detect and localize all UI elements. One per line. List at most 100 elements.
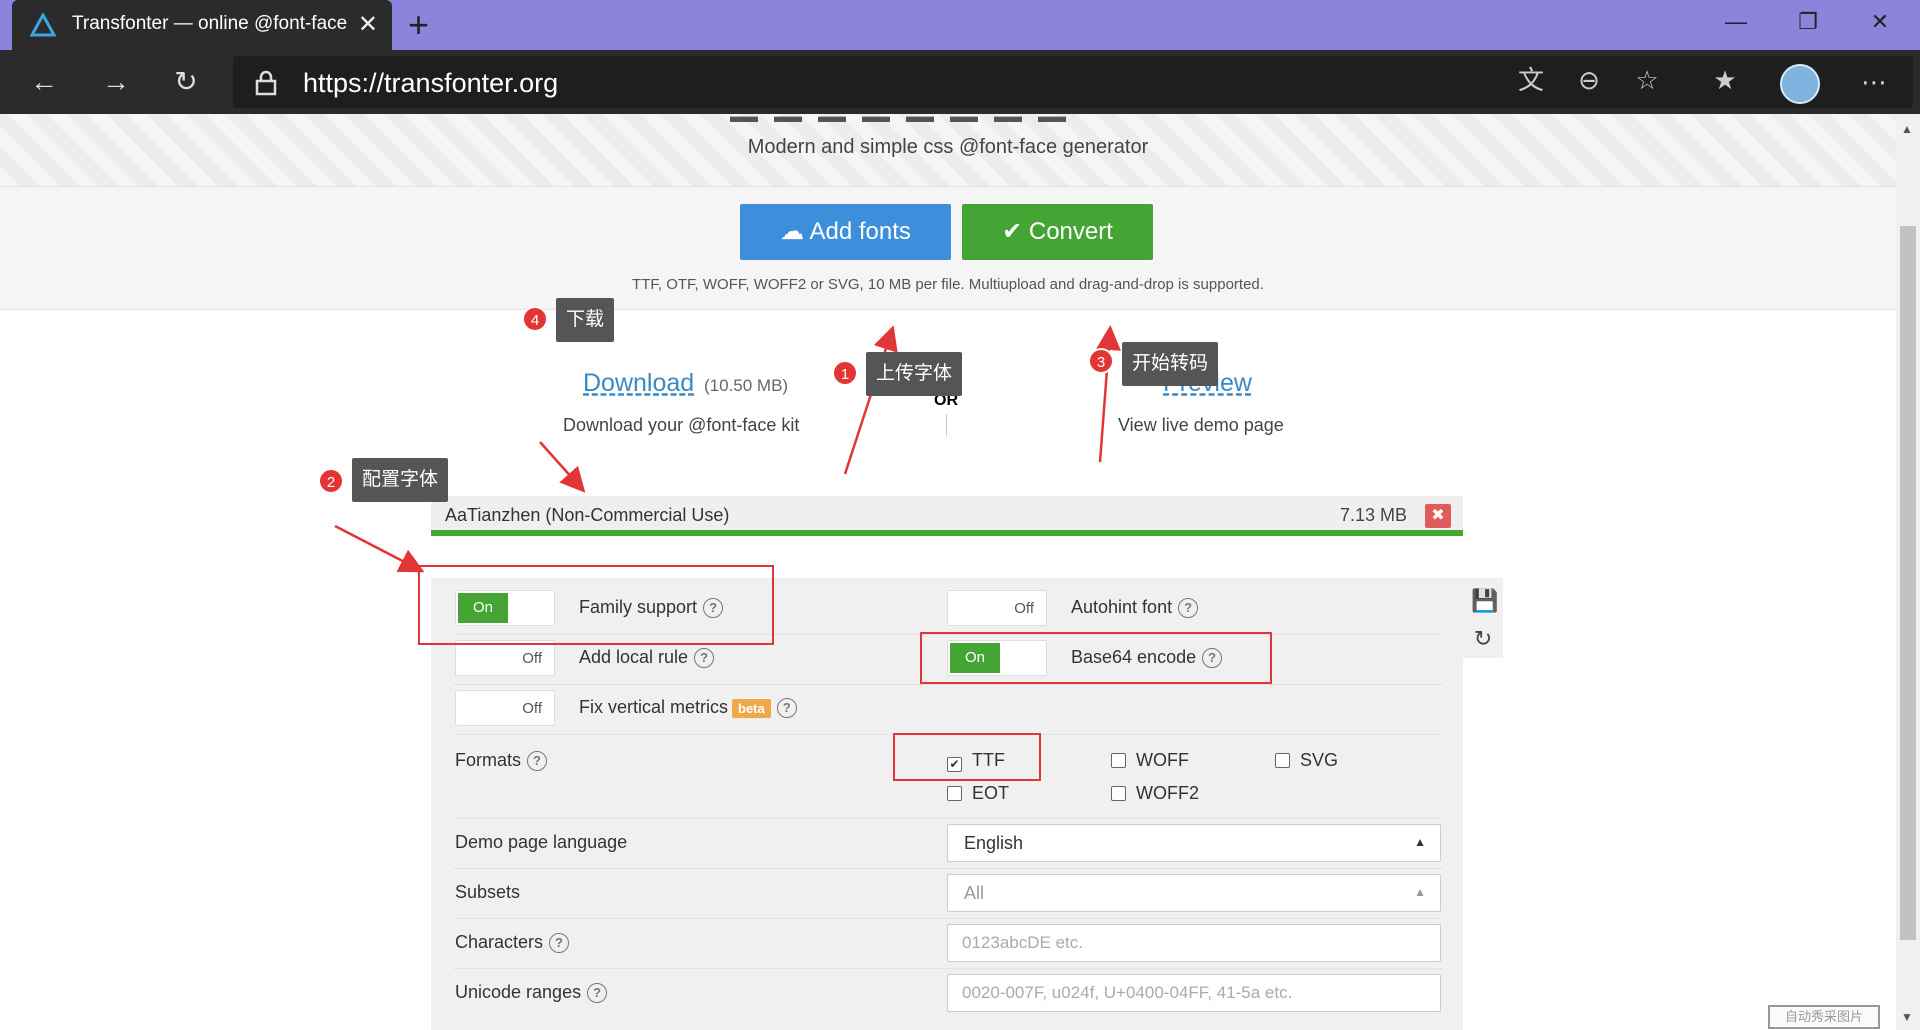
format-label: WOFF2 bbox=[1136, 783, 1199, 803]
translate-icon[interactable]: 文 bbox=[1509, 58, 1553, 102]
avatar[interactable] bbox=[1780, 64, 1820, 104]
favorites-list-icon[interactable]: ★ bbox=[1703, 58, 1747, 102]
annotation-badge: 3 bbox=[1088, 348, 1114, 374]
restore-button[interactable]: ❐ bbox=[1778, 4, 1838, 40]
autohint-option: Autohint font? bbox=[1071, 597, 1199, 619]
remove-font-icon[interactable]: ✖ bbox=[1425, 504, 1451, 528]
fix-vertical-metrics-toggle[interactable]: Off bbox=[455, 690, 555, 726]
caret-up-icon: ▲ bbox=[1414, 835, 1426, 849]
toggle-state: Off bbox=[522, 700, 542, 717]
download-link[interactable]: Download bbox=[583, 369, 694, 398]
favorite-star-icon[interactable]: ☆ bbox=[1625, 58, 1669, 102]
address-bar[interactable]: https://transfonter.org 文 ⊖ ☆ ★ bbox=[233, 56, 1913, 108]
format-woff2-checkbox[interactable]: WOFF2 bbox=[1111, 783, 1199, 804]
scroll-thumb[interactable] bbox=[1900, 226, 1916, 940]
back-arrow-icon[interactable]: ← bbox=[22, 60, 66, 104]
cloud-upload-icon: ☁ bbox=[780, 218, 805, 245]
more-menu-icon[interactable]: ⋯ bbox=[1852, 60, 1896, 104]
tab-close-icon[interactable]: ✕ bbox=[358, 10, 378, 39]
checkbox-icon bbox=[1111, 786, 1126, 801]
annotation-callout: 配置字体 bbox=[352, 458, 449, 502]
row-divider bbox=[453, 684, 1443, 685]
row-divider bbox=[453, 968, 1443, 969]
tab-title: Transfonter — online @font-face bbox=[72, 13, 348, 34]
font-file-header: AaTianzhen (Non-Commercial Use) 7.13 MB … bbox=[431, 496, 1463, 536]
beta-badge: beta bbox=[732, 698, 771, 718]
upload-hint: TTF, OTF, WOFF, WOFF2 or SVG, 10 MB per … bbox=[632, 276, 1264, 293]
site-subtitle: Modern and simple css @font-face generat… bbox=[747, 136, 1149, 158]
caret-up-icon: ▲ bbox=[1414, 885, 1426, 899]
minimize-button[interactable]: — bbox=[1706, 4, 1766, 40]
refresh-icon[interactable]: ↻ bbox=[164, 60, 208, 104]
autohint-toggle[interactable]: Off bbox=[947, 590, 1047, 626]
page-scrollbar[interactable]: ▲ ▼ bbox=[1896, 114, 1920, 1030]
reset-icon[interactable]: ↻ bbox=[1471, 626, 1495, 651]
forward-arrow-icon[interactable]: → bbox=[94, 60, 138, 104]
fix-vertical-metrics-option: Fix vertical metrics beta? bbox=[579, 697, 797, 719]
formats-option: Formats? bbox=[455, 750, 548, 772]
help-icon[interactable]: ? bbox=[527, 751, 548, 772]
demo-language-label: Demo page language bbox=[455, 832, 628, 852]
browser-tab[interactable]: Transfonter — online @font-face ✕ bbox=[12, 0, 392, 50]
format-woff-checkbox[interactable]: WOFF bbox=[1111, 750, 1189, 771]
characters-option: Characters? bbox=[455, 932, 570, 954]
scroll-up-icon[interactable]: ▲ bbox=[1901, 122, 1913, 136]
window-close-button[interactable]: ✕ bbox=[1850, 4, 1910, 40]
format-label: EOT bbox=[972, 783, 1010, 803]
add-local-rule-label: Add local rule bbox=[579, 647, 689, 667]
annotation-callout: 开始转码 bbox=[1122, 342, 1219, 386]
add-fonts-button[interactable]: ☁ Add fonts bbox=[740, 204, 951, 260]
toggle-state: Off bbox=[1014, 600, 1034, 617]
subsets-select[interactable]: All ▲ bbox=[947, 874, 1441, 912]
characters-input[interactable] bbox=[947, 924, 1441, 962]
convert-label: Convert bbox=[1028, 218, 1113, 245]
site-logo: ▬▬▬▬▬▬▬▬ bbox=[730, 114, 1160, 122]
scroll-down-icon[interactable]: ▼ bbox=[1901, 1010, 1913, 1024]
annotation-callout: 下载 bbox=[556, 298, 615, 342]
help-icon[interactable]: ? bbox=[694, 648, 715, 669]
add-local-rule-toggle[interactable]: Off bbox=[455, 640, 555, 676]
format-eot-checkbox[interactable]: EOT bbox=[947, 783, 1009, 804]
row-divider bbox=[453, 868, 1443, 869]
convert-button[interactable]: ✔ Convert bbox=[962, 204, 1153, 260]
demo-language-value: English bbox=[964, 833, 1024, 853]
unicode-ranges-input[interactable] bbox=[947, 974, 1441, 1012]
hero-header: ▬▬▬▬▬▬▬▬ Modern and simple css @font-fac… bbox=[0, 114, 1896, 186]
font-file-name: AaTianzhen (Non-Commercial Use) bbox=[445, 505, 730, 525]
formats-label: Formats bbox=[455, 750, 522, 770]
highlight-family-support bbox=[418, 565, 774, 645]
annotation-badge: 4 bbox=[522, 306, 548, 332]
font-file-size: 7.13 MB bbox=[1339, 505, 1407, 525]
url-text: https://transfonter.org bbox=[303, 68, 559, 98]
preview-description: View live demo page bbox=[1118, 415, 1284, 435]
annotation-badge: 1 bbox=[832, 360, 858, 386]
browser-toolbar: ← → ↻ https://transfonter.org 文 ⊖ ☆ ★ ⋯ bbox=[0, 50, 1920, 114]
help-icon[interactable]: ? bbox=[1178, 598, 1199, 619]
new-tab-button[interactable]: + bbox=[408, 4, 429, 46]
title-bar: Transfonter — online @font-face ✕ + — ❐ … bbox=[0, 0, 1920, 50]
lock-icon bbox=[255, 70, 277, 96]
autohint-label: Autohint font bbox=[1071, 597, 1173, 617]
subsets-value: All bbox=[964, 883, 985, 903]
annotation-badge: 2 bbox=[318, 468, 344, 494]
checkbox-icon bbox=[1111, 753, 1126, 768]
format-svg-checkbox[interactable]: SVG bbox=[1275, 750, 1338, 771]
annotation-callout: 上传字体 bbox=[866, 352, 963, 396]
save-icon[interactable]: 💾 bbox=[1471, 588, 1498, 613]
download-description: Download your @font-face kit bbox=[563, 415, 800, 435]
row-divider bbox=[453, 818, 1443, 819]
zoom-out-icon[interactable]: ⊖ bbox=[1567, 58, 1611, 102]
demo-language-select[interactable]: English ▲ bbox=[947, 824, 1441, 862]
add-local-rule-option: Add local rule? bbox=[579, 647, 715, 669]
divider bbox=[946, 414, 947, 436]
download-size: (10.50 MB) bbox=[704, 376, 789, 395]
checkbox-icon bbox=[1275, 753, 1290, 768]
row-divider bbox=[453, 918, 1443, 919]
fix-vertical-metrics-label: Fix vertical metrics bbox=[579, 697, 729, 717]
toggle-state: Off bbox=[522, 650, 542, 667]
unicode-label: Unicode ranges bbox=[455, 982, 582, 1002]
checkbox-icon bbox=[947, 786, 962, 801]
help-icon[interactable]: ? bbox=[549, 933, 570, 954]
help-icon[interactable]: ? bbox=[587, 983, 608, 1004]
help-icon[interactable]: ? bbox=[776, 698, 797, 719]
